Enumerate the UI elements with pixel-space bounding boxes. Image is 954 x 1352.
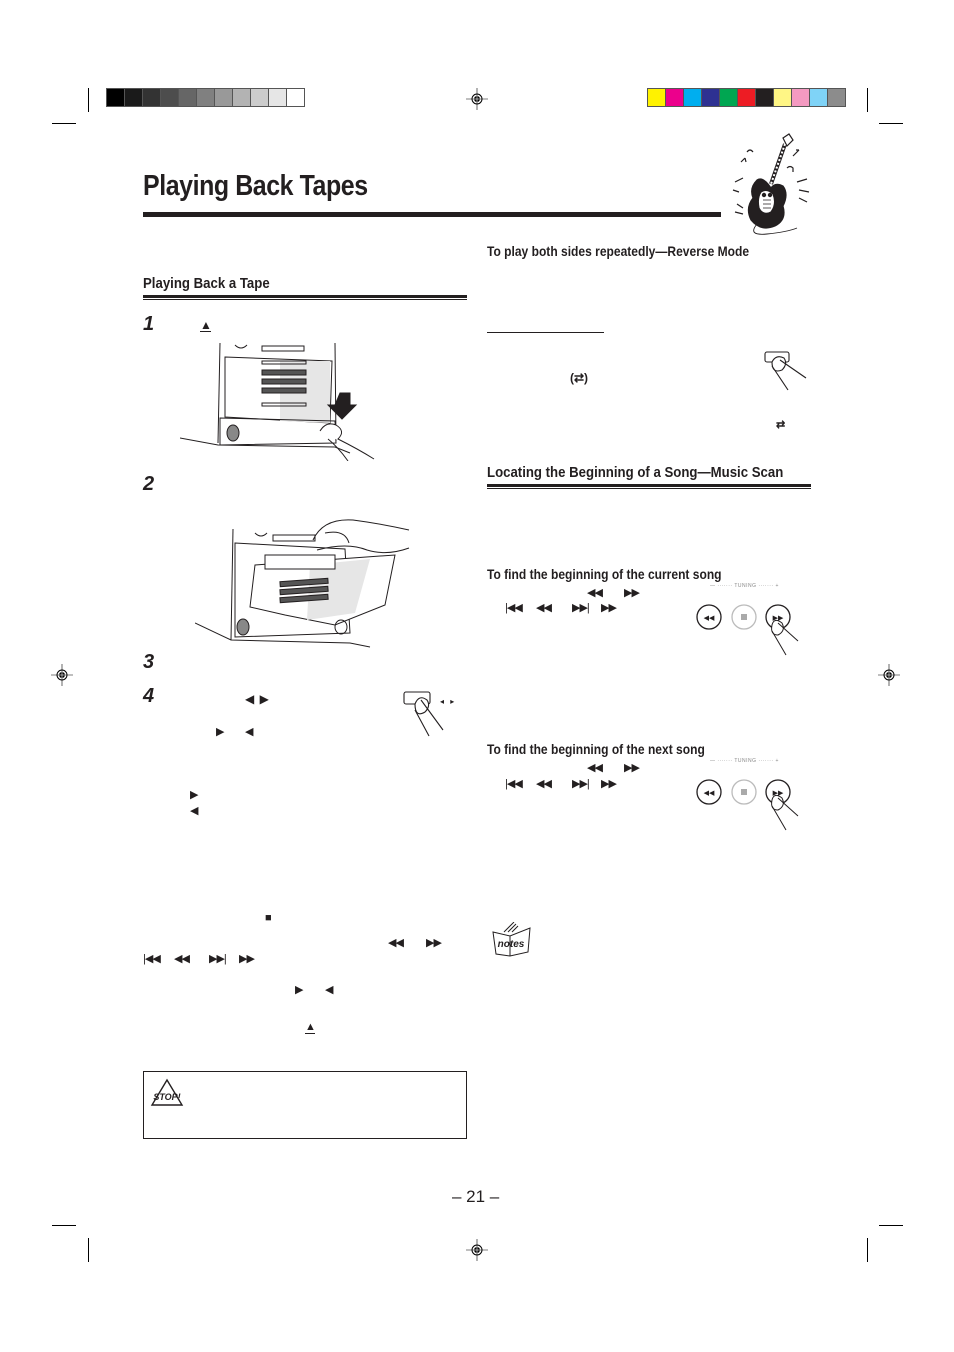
rewind-icon: ◀◀: [174, 953, 190, 965]
notes-icon: notes: [492, 922, 531, 957]
registration-mark-icon: [878, 664, 900, 686]
step-number-1: 1: [143, 313, 155, 335]
rewind-icon: ◀◀: [388, 937, 404, 949]
section-heading-music-scan: Locating the Beginning of a Song—Music S…: [487, 464, 784, 481]
crop-mark: [88, 88, 89, 112]
gray-swatch: [269, 89, 286, 106]
forward-play-icon: ▶: [216, 726, 225, 738]
gray-swatch: [161, 89, 178, 106]
crop-mark: [88, 1238, 89, 1262]
eject-icon: ▲: [305, 1021, 316, 1034]
color-swatch: [774, 89, 791, 106]
color-calibration-bar: [647, 88, 846, 107]
color-swatch: [756, 89, 773, 106]
reverse-play-icon: ◀: [190, 805, 199, 817]
reverse-mode-button-press-illustration: [764, 351, 807, 391]
tuning-buttons-panel: — ······· TUNING ······· + ◀◀ ▶▶: [690, 758, 800, 836]
reverse-mode-heading: To play both sides repeatedly—Reverse Mo…: [487, 243, 750, 259]
tuning-label: — ······· TUNING ······· +: [710, 583, 779, 589]
gray-swatch: [179, 89, 196, 106]
skip-forward-icon: ▶▶|: [572, 602, 590, 614]
tuning-buttons-illustration: ◀◀ ▶▶: [696, 604, 799, 656]
play-direction-label: ◂ ▸: [440, 697, 457, 706]
gray-swatch: [233, 89, 250, 106]
guitar-illustration-icon: [732, 133, 810, 235]
svg-text:◀◀: ◀◀: [704, 615, 715, 622]
reverse-play-icon: ◀: [245, 726, 254, 738]
registration-mark-icon: [466, 1239, 488, 1261]
svg-text:◀◀: ◀◀: [704, 790, 715, 797]
fast-forward-icon: ▶▶: [426, 937, 442, 949]
color-swatch: [684, 89, 701, 106]
registration-mark-icon: [51, 664, 73, 686]
gray-swatch: [125, 89, 142, 106]
rewind-icon: ◀◀: [536, 602, 552, 614]
play-direction-icon: ◀ ▶: [245, 692, 270, 706]
color-swatch: [810, 89, 827, 106]
registration-mark-icon: [466, 88, 488, 110]
cassette-insert-illustration: [195, 519, 410, 648]
skip-back-icon: |◀◀: [143, 953, 161, 965]
crop-mark: [52, 1225, 76, 1226]
gray-swatch: [107, 89, 124, 106]
section-rule: [143, 295, 467, 300]
color-swatch: [738, 89, 755, 106]
skip-back-icon: |◀◀: [505, 602, 523, 614]
current-song-heading: To find the beginning of the current son…: [487, 566, 722, 582]
step-number-4: 4: [143, 685, 155, 707]
next-song-heading: To find the beginning of the next song: [487, 741, 705, 757]
reverse-mode-indicator-small: ⇄: [776, 419, 786, 431]
forward-play-icon: ▶: [295, 984, 304, 996]
reverse-mode-indicator: (⇄): [570, 371, 589, 385]
title-rule: [143, 212, 721, 217]
tuning-buttons-panel: — ······· TUNING ······· + ◀◀ ▶▶: [690, 583, 800, 661]
color-swatch: [702, 89, 719, 106]
section-rule: [487, 484, 811, 489]
section-heading-playing-back-a-tape: Playing Back a Tape: [143, 275, 270, 292]
page-title: Playing Back Tapes: [143, 170, 368, 202]
gray-swatch: [143, 89, 160, 106]
crop-mark: [867, 1238, 868, 1262]
eject-icon: ▲: [200, 318, 212, 332]
fast-forward-icon: ▶▶: [239, 953, 255, 965]
tuning-label: — ······· TUNING ······· +: [710, 758, 779, 764]
skip-forward-icon: ▶▶|: [572, 778, 590, 790]
reverse-play-icon: ◀: [325, 984, 334, 996]
stop-warning-icon: STOP!: [150, 1078, 184, 1106]
skip-forward-icon: ▶▶|: [209, 953, 227, 965]
divider-rule: [487, 332, 604, 333]
crop-mark: [879, 123, 903, 124]
svg-text:notes: notes: [498, 939, 525, 950]
color-swatch: [720, 89, 737, 106]
step-number-2: 2: [143, 473, 155, 495]
gray-swatch: [251, 89, 268, 106]
color-swatch: [648, 89, 665, 106]
gray-swatch: [287, 89, 304, 106]
color-swatch: [828, 89, 845, 106]
grayscale-calibration-bar: [106, 88, 305, 107]
color-swatch: [666, 89, 683, 106]
fast-forward-icon: ▶▶: [624, 762, 640, 774]
rewind-icon: ◀◀: [536, 778, 552, 790]
page-number: – 21 –: [452, 1187, 500, 1206]
fast-forward-icon: ▶▶: [624, 587, 640, 599]
stop-icon: ■: [265, 912, 272, 924]
stop-warning-label: STOP!: [153, 1092, 180, 1102]
tuning-buttons-illustration: ◀◀ ▶▶: [696, 779, 799, 831]
fast-forward-icon: ▶▶: [601, 778, 617, 790]
skip-back-icon: |◀◀: [505, 778, 523, 790]
rewind-icon: ◀◀: [587, 587, 603, 599]
gray-swatch: [197, 89, 214, 106]
cassette-deck-eject-illustration: [180, 343, 375, 461]
forward-play-icon: ▶: [190, 789, 199, 801]
caution-box: STOP!: [143, 1071, 467, 1139]
crop-mark: [867, 88, 868, 112]
crop-mark: [52, 123, 76, 124]
color-swatch: [792, 89, 809, 106]
step-number-3: 3: [143, 651, 155, 673]
fast-forward-icon: ▶▶: [601, 602, 617, 614]
crop-mark: [879, 1225, 903, 1226]
gray-swatch: [215, 89, 232, 106]
rewind-icon: ◀◀: [587, 762, 603, 774]
